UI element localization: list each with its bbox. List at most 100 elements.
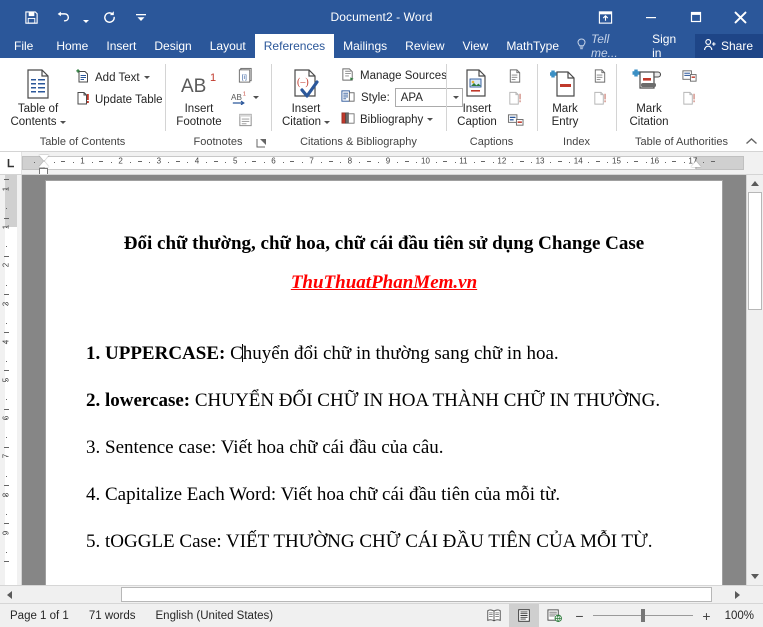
redo-icon[interactable] bbox=[94, 4, 124, 30]
quick-access-toolbar bbox=[0, 4, 156, 30]
svg-text:1: 1 bbox=[210, 72, 216, 84]
tell-me-label: Tell me... bbox=[591, 32, 618, 60]
update-index-icon[interactable] bbox=[588, 87, 612, 108]
zoom-out-button[interactable]: − bbox=[573, 608, 586, 624]
undo-dropdown-icon[interactable] bbox=[80, 4, 92, 30]
tab-stop-selector[interactable] bbox=[0, 152, 22, 174]
zoom-in-button[interactable]: + bbox=[700, 608, 713, 624]
tell-me-search[interactable]: Tell me... bbox=[568, 32, 644, 60]
minimize-icon[interactable] bbox=[628, 0, 673, 34]
ribbon-group-footnotes: AB 1 Insert Footnote [i] AB 1 Footnotes bbox=[165, 58, 271, 151]
chevron-down-icon[interactable] bbox=[427, 118, 434, 121]
chevron-down-icon[interactable] bbox=[143, 76, 150, 79]
zoom-level[interactable]: 100% bbox=[721, 610, 763, 622]
read-mode-icon[interactable] bbox=[479, 604, 509, 627]
vertical-scrollbar[interactable] bbox=[746, 175, 763, 585]
insert-citation-icon: (–) bbox=[290, 65, 322, 103]
ruler-right-margin bbox=[696, 156, 744, 170]
ribbon-group-captions: Insert Caption Captions bbox=[446, 58, 537, 151]
update-table-icon[interactable] bbox=[677, 87, 701, 108]
close-icon[interactable] bbox=[718, 0, 763, 34]
save-icon[interactable] bbox=[16, 4, 46, 30]
add-text-label: Add Text bbox=[95, 71, 140, 84]
paragraph-3-text: 3. Sentence case: Viết hoa chữ cái đầu c… bbox=[86, 437, 444, 458]
horizontal-scrollbar[interactable] bbox=[0, 585, 763, 603]
tab-references[interactable]: References bbox=[254, 34, 335, 58]
tab-view[interactable]: View bbox=[454, 34, 498, 58]
footnotes-dialog-launcher[interactable] bbox=[255, 137, 268, 150]
insert-endnote-icon[interactable]: [i] bbox=[233, 65, 257, 86]
tab-design[interactable]: Design bbox=[145, 34, 200, 58]
table-of-contents-small-buttons: Add Text Update Table bbox=[71, 63, 167, 110]
show-notes-icon[interactable] bbox=[233, 109, 257, 130]
triangle-right-icon bbox=[734, 590, 740, 599]
undo-icon[interactable] bbox=[48, 4, 78, 30]
add-text-button[interactable]: Add Text bbox=[71, 67, 167, 88]
chevron-up-icon[interactable] bbox=[743, 133, 759, 149]
horizontal-scroll-track[interactable] bbox=[18, 586, 728, 603]
document-canvas: Đổi chữ thường, chữ hoa, chữ cái đầu tiê… bbox=[22, 175, 746, 585]
paragraph-1-after-caret: huyển đổi chữ in thường sang chữ in hoa. bbox=[242, 343, 559, 364]
insert-citation-button[interactable]: (–) Insert Citation bbox=[276, 63, 336, 129]
tab-mailings[interactable]: Mailings bbox=[334, 34, 396, 58]
insert-caption-button[interactable]: Insert Caption bbox=[451, 63, 503, 129]
page-indicator[interactable]: Page 1 of 1 bbox=[0, 604, 79, 627]
language-indicator[interactable]: English (United States) bbox=[146, 604, 284, 627]
chevron-down-icon[interactable] bbox=[59, 121, 66, 124]
insert-caption-label-1: Insert bbox=[462, 103, 492, 115]
table-of-contents-button[interactable]: Table of Contents bbox=[5, 63, 71, 129]
zoom-slider[interactable] bbox=[593, 608, 693, 623]
sign-in-button[interactable]: Sign in bbox=[644, 32, 695, 60]
chevron-down-icon[interactable] bbox=[253, 96, 259, 99]
document-subtitle-link: ThuThuatPhanMem.vn bbox=[290, 272, 478, 293]
print-layout-icon[interactable] bbox=[509, 604, 539, 627]
customize-quick-access-toolbar-icon[interactable] bbox=[126, 4, 156, 30]
mark-entry-button[interactable]: Mark Entry bbox=[542, 63, 588, 129]
update-table-button[interactable]: Update Table bbox=[71, 89, 167, 110]
tab-bar-right: Tell me... Sign in Share bbox=[568, 32, 763, 60]
insert-table-of-authorities-icon[interactable] bbox=[677, 65, 701, 86]
hanging-indent-marker[interactable] bbox=[39, 161, 49, 167]
zoom-slider-handle[interactable] bbox=[641, 609, 645, 622]
vertical-scroll-thumb[interactable] bbox=[748, 192, 762, 310]
document-page[interactable]: Đổi chữ thường, chữ hoa, chữ cái đầu tiê… bbox=[46, 181, 722, 585]
scroll-down-button[interactable] bbox=[747, 568, 763, 585]
tab-layout[interactable]: Layout bbox=[201, 34, 255, 58]
status-bar-right: − + 100% bbox=[479, 604, 763, 627]
restore-icon[interactable] bbox=[673, 0, 718, 34]
document-body[interactable]: Đổi chữ thường, chữ hoa, chữ cái đầu tiê… bbox=[46, 181, 722, 554]
tab-mathtype[interactable]: MathType bbox=[497, 34, 568, 58]
tab-file[interactable]: File bbox=[0, 34, 48, 58]
ruler-track[interactable]: 1 2 3 4 5 6 7 8 9 10 11 12 13 14 15 16 17 bbox=[22, 152, 763, 174]
chevron-down-icon[interactable] bbox=[324, 121, 330, 124]
share-button[interactable]: Share bbox=[694, 34, 763, 58]
word-count[interactable]: 71 words bbox=[79, 604, 146, 627]
table-of-contents-icon bbox=[21, 65, 55, 103]
paragraph-1-bold: 1. UPPERCASE: bbox=[86, 343, 226, 364]
paragraph-2-text: CHUYỂN ĐỔI CHỮ IN HOA THÀNH CHỮ IN THƯỜN… bbox=[190, 390, 661, 411]
ribbon-display-options-icon[interactable] bbox=[583, 0, 628, 34]
right-indent-marker[interactable] bbox=[691, 161, 701, 167]
tab-review[interactable]: Review bbox=[396, 34, 453, 58]
left-indent-marker[interactable] bbox=[39, 168, 48, 174]
insert-table-of-figures-icon[interactable] bbox=[503, 65, 527, 86]
insert-index-icon[interactable] bbox=[588, 65, 612, 86]
cross-reference-icon[interactable] bbox=[503, 109, 527, 130]
vertical-scroll-track[interactable] bbox=[747, 310, 763, 568]
mark-citation-button[interactable]: Mark Citation bbox=[621, 63, 677, 129]
ribbon-tab-bar: File Home Insert Design Layout Reference… bbox=[0, 32, 763, 60]
tab-insert[interactable]: Insert bbox=[97, 34, 145, 58]
horizontal-scroll-thumb[interactable] bbox=[121, 587, 712, 602]
scroll-left-button[interactable] bbox=[0, 586, 18, 603]
horizontal-ruler[interactable]: 1 2 3 4 5 6 7 8 9 10 11 12 13 14 15 16 17 bbox=[0, 152, 763, 175]
update-table-icon[interactable] bbox=[503, 87, 527, 108]
web-layout-icon[interactable] bbox=[539, 604, 569, 627]
tab-home[interactable]: Home bbox=[47, 34, 97, 58]
scroll-up-button[interactable] bbox=[747, 175, 763, 192]
vertical-ruler[interactable]: 1123456789 bbox=[0, 175, 22, 585]
scroll-right-button[interactable] bbox=[728, 586, 746, 603]
paragraph-2: 2. lowercase: CHUYỂN ĐỔI CHỮ IN HOA THÀN… bbox=[86, 388, 682, 413]
toa-icon-column bbox=[677, 63, 701, 108]
insert-footnote-button[interactable]: AB 1 Insert Footnote bbox=[170, 63, 228, 129]
next-footnote-button[interactable]: AB 1 bbox=[228, 87, 262, 108]
